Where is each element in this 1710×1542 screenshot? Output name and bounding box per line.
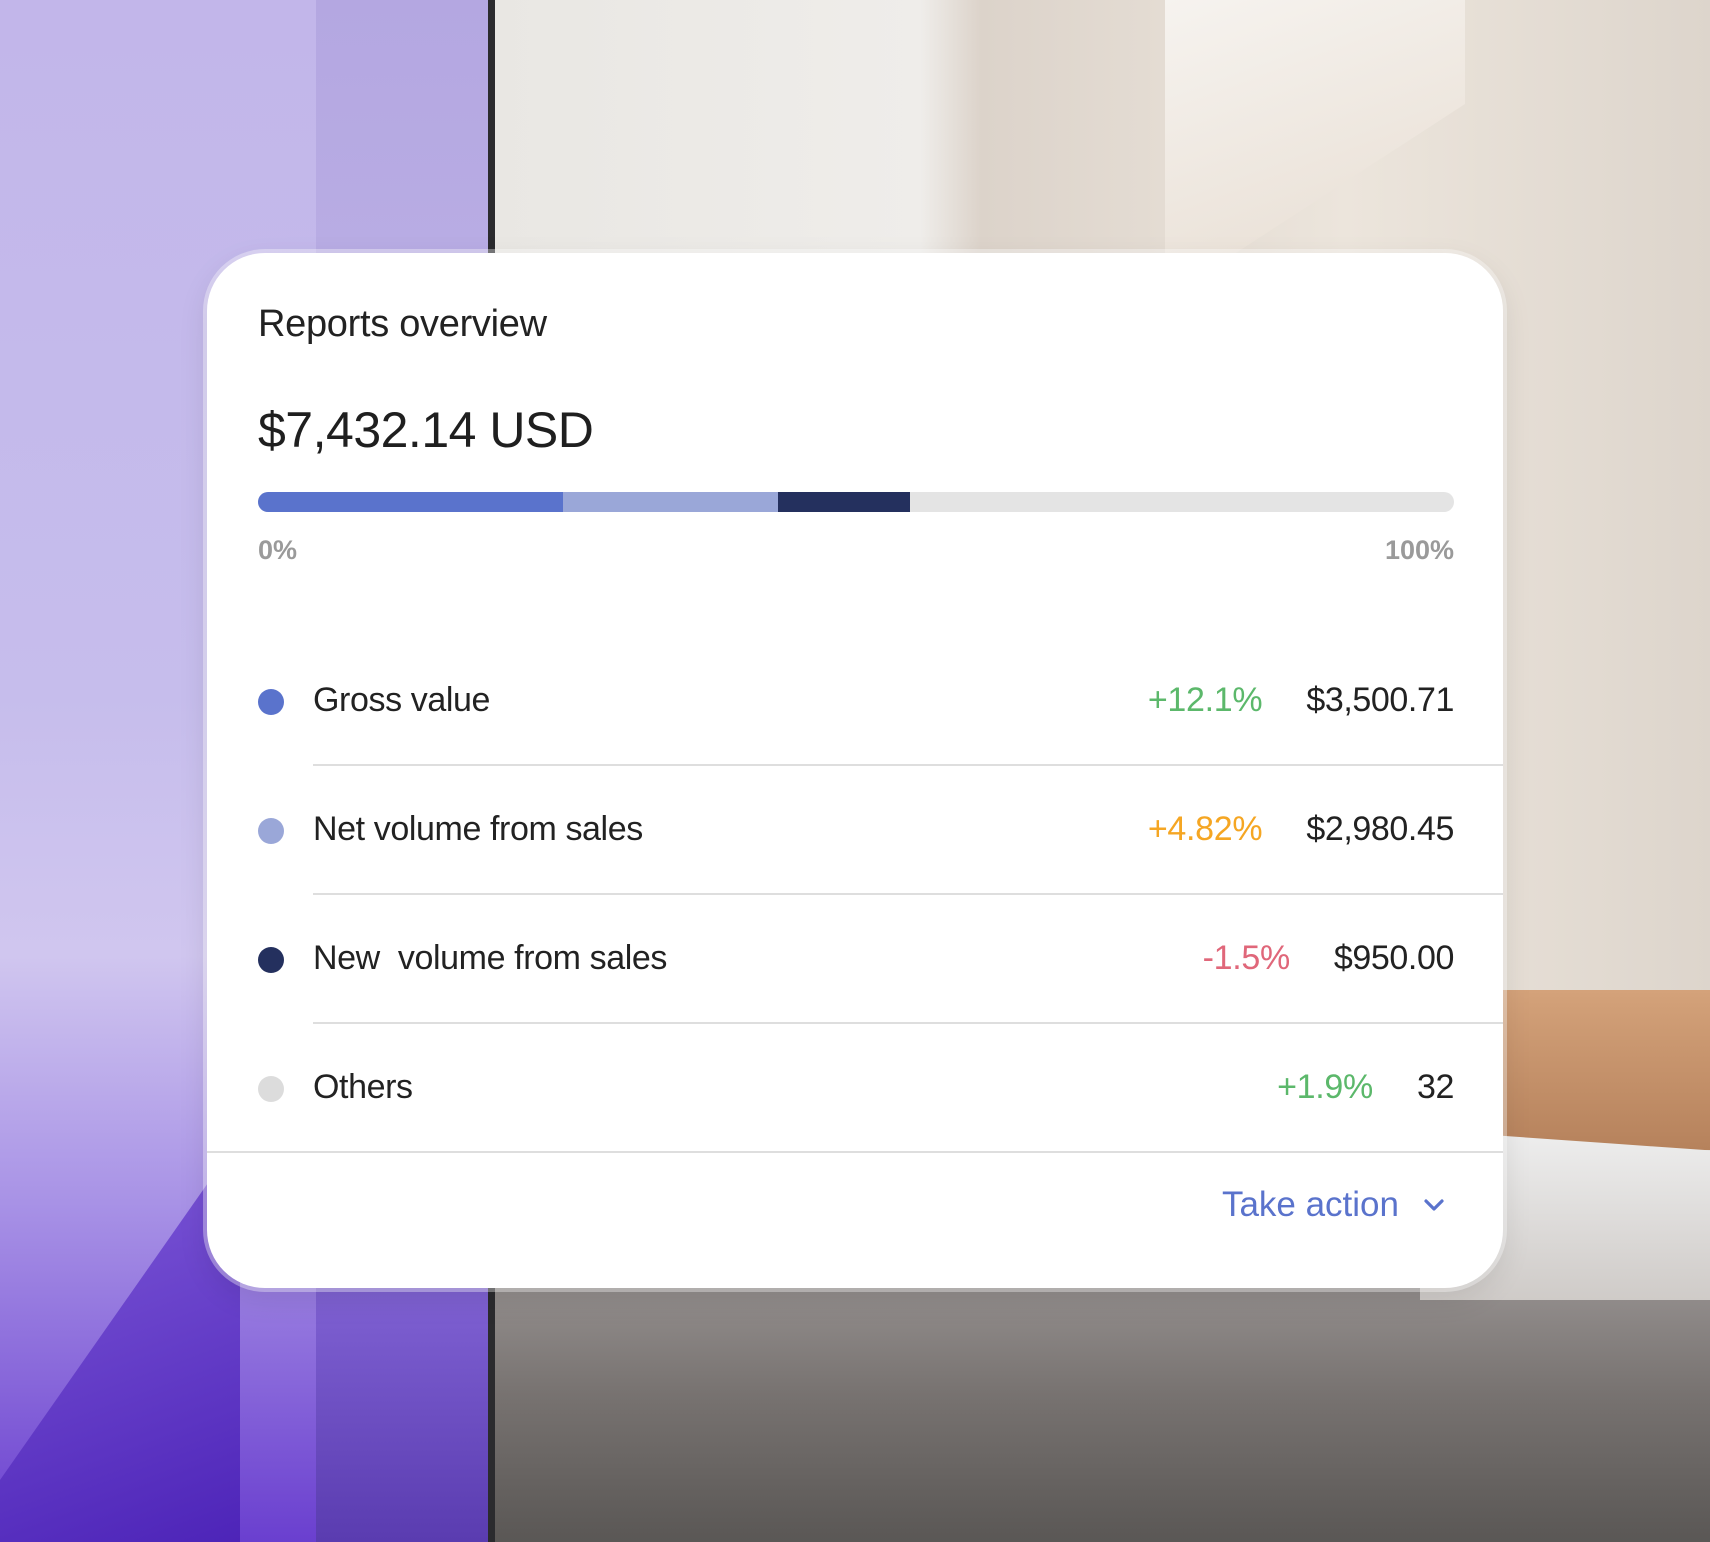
total-amount: $7,432.14 USD: [258, 402, 594, 458]
legend-dot: [258, 947, 284, 973]
legend-dot: [258, 689, 284, 715]
item-amount: 32: [1416, 1068, 1454, 1106]
item-label: Net volume from sales: [313, 810, 643, 848]
chevron-down-icon: [1421, 1192, 1447, 1218]
item-amount: $2,980.45: [1306, 810, 1454, 848]
item-label: New volume from sales: [313, 939, 667, 977]
take-action-button[interactable]: Take action: [1222, 1185, 1447, 1225]
reports-overview-card: Reports overview $7,432.14 USD 0% 100% G…: [207, 253, 1503, 1288]
take-action-label: Take action: [1221, 1185, 1399, 1224]
list-item: Gross value +12.1% $3,500.71: [207, 637, 1503, 766]
item-change: -1.5%: [1202, 939, 1291, 977]
progress-max-label: 100%: [1384, 535, 1454, 565]
progress-segment: [258, 492, 563, 512]
legend-dot: [258, 1076, 284, 1102]
card-title: Reports overview: [258, 303, 547, 345]
item-amount: $950.00: [1333, 939, 1455, 977]
breakdown-list: Gross value +12.1% $3,500.71 Net volume …: [207, 637, 1503, 1153]
legend-dot: [258, 818, 284, 844]
list-item: Others +1.9% 32: [207, 1024, 1503, 1153]
item-label: Gross value: [313, 681, 491, 719]
item-change: +12.1%: [1147, 681, 1263, 719]
item-change: +4.82%: [1147, 810, 1263, 848]
list-item: Net volume from sales +4.82% $2,980.45: [207, 766, 1503, 895]
list-item: New volume from sales -1.5% $950.00: [207, 895, 1503, 1024]
item-change: +1.9%: [1277, 1068, 1373, 1106]
background-wood-block: [1500, 990, 1710, 1150]
divider: [207, 1151, 1503, 1153]
item-amount: $3,500.71: [1306, 681, 1454, 719]
progress-segment: [562, 492, 779, 512]
stacked-progress-bar: [258, 492, 1454, 512]
progress-min-label: 0%: [258, 535, 298, 565]
progress-segment: [778, 492, 910, 512]
item-label: Others: [313, 1068, 413, 1106]
